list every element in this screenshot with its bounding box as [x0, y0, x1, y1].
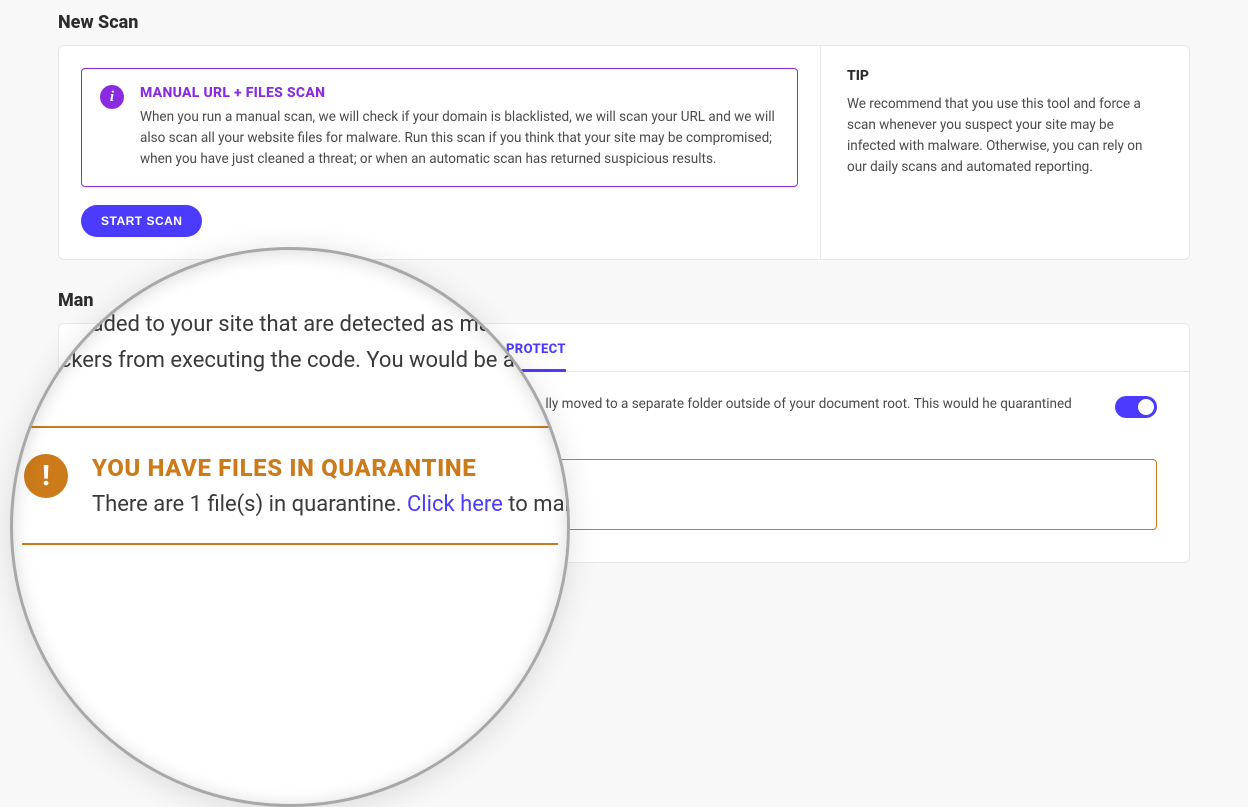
info-icon: i	[100, 85, 124, 109]
quarantine-manage-link[interactable]: Click here	[349, 497, 408, 513]
quarantine-alert: ! YOU HAVE FILES IN QUARANTINE There are…	[91, 459, 1157, 530]
new-scan-card: i MANUAL URL + FILES SCAN When you run a…	[58, 45, 1190, 260]
manual-scan-info-body: When you run a manual scan, we will chec…	[140, 107, 779, 170]
protect-description: Files uploaded to your site that are det…	[91, 394, 1085, 437]
new-scan-tip-panel: TIP We recommend that you use this tool …	[821, 46, 1189, 259]
tip-body: We recommend that you use this tool and …	[847, 94, 1163, 178]
manage-card: SCANS QUARANTINE ANTIVIRUS REMOVAL PROTE…	[58, 323, 1190, 563]
section-title-manage: Man	[58, 290, 1190, 311]
manual-scan-info-box: i MANUAL URL + FILES SCAN When you run a…	[81, 68, 798, 187]
alert-icon: !	[112, 476, 138, 502]
tip-title: TIP	[847, 68, 1163, 84]
new-scan-card-left: i MANUAL URL + FILES SCAN When you run a…	[59, 46, 821, 259]
tab-protect[interactable]: PROTECT	[506, 342, 566, 357]
manual-scan-info-title: MANUAL URL + FILES SCAN	[140, 85, 779, 101]
start-scan-button[interactable]: START SCAN	[81, 205, 202, 237]
protect-toggle[interactable]	[1115, 396, 1157, 418]
quarantine-alert-body: There are 1 file(s) in quarantine. Click…	[156, 497, 479, 513]
section-title-new-scan: New Scan	[58, 12, 1190, 33]
quarantine-alert-title: YOU HAVE FILES IN QUARANTINE	[156, 476, 479, 492]
manage-tabs: SCANS QUARANTINE ANTIVIRUS REMOVAL PROTE…	[59, 324, 1189, 372]
